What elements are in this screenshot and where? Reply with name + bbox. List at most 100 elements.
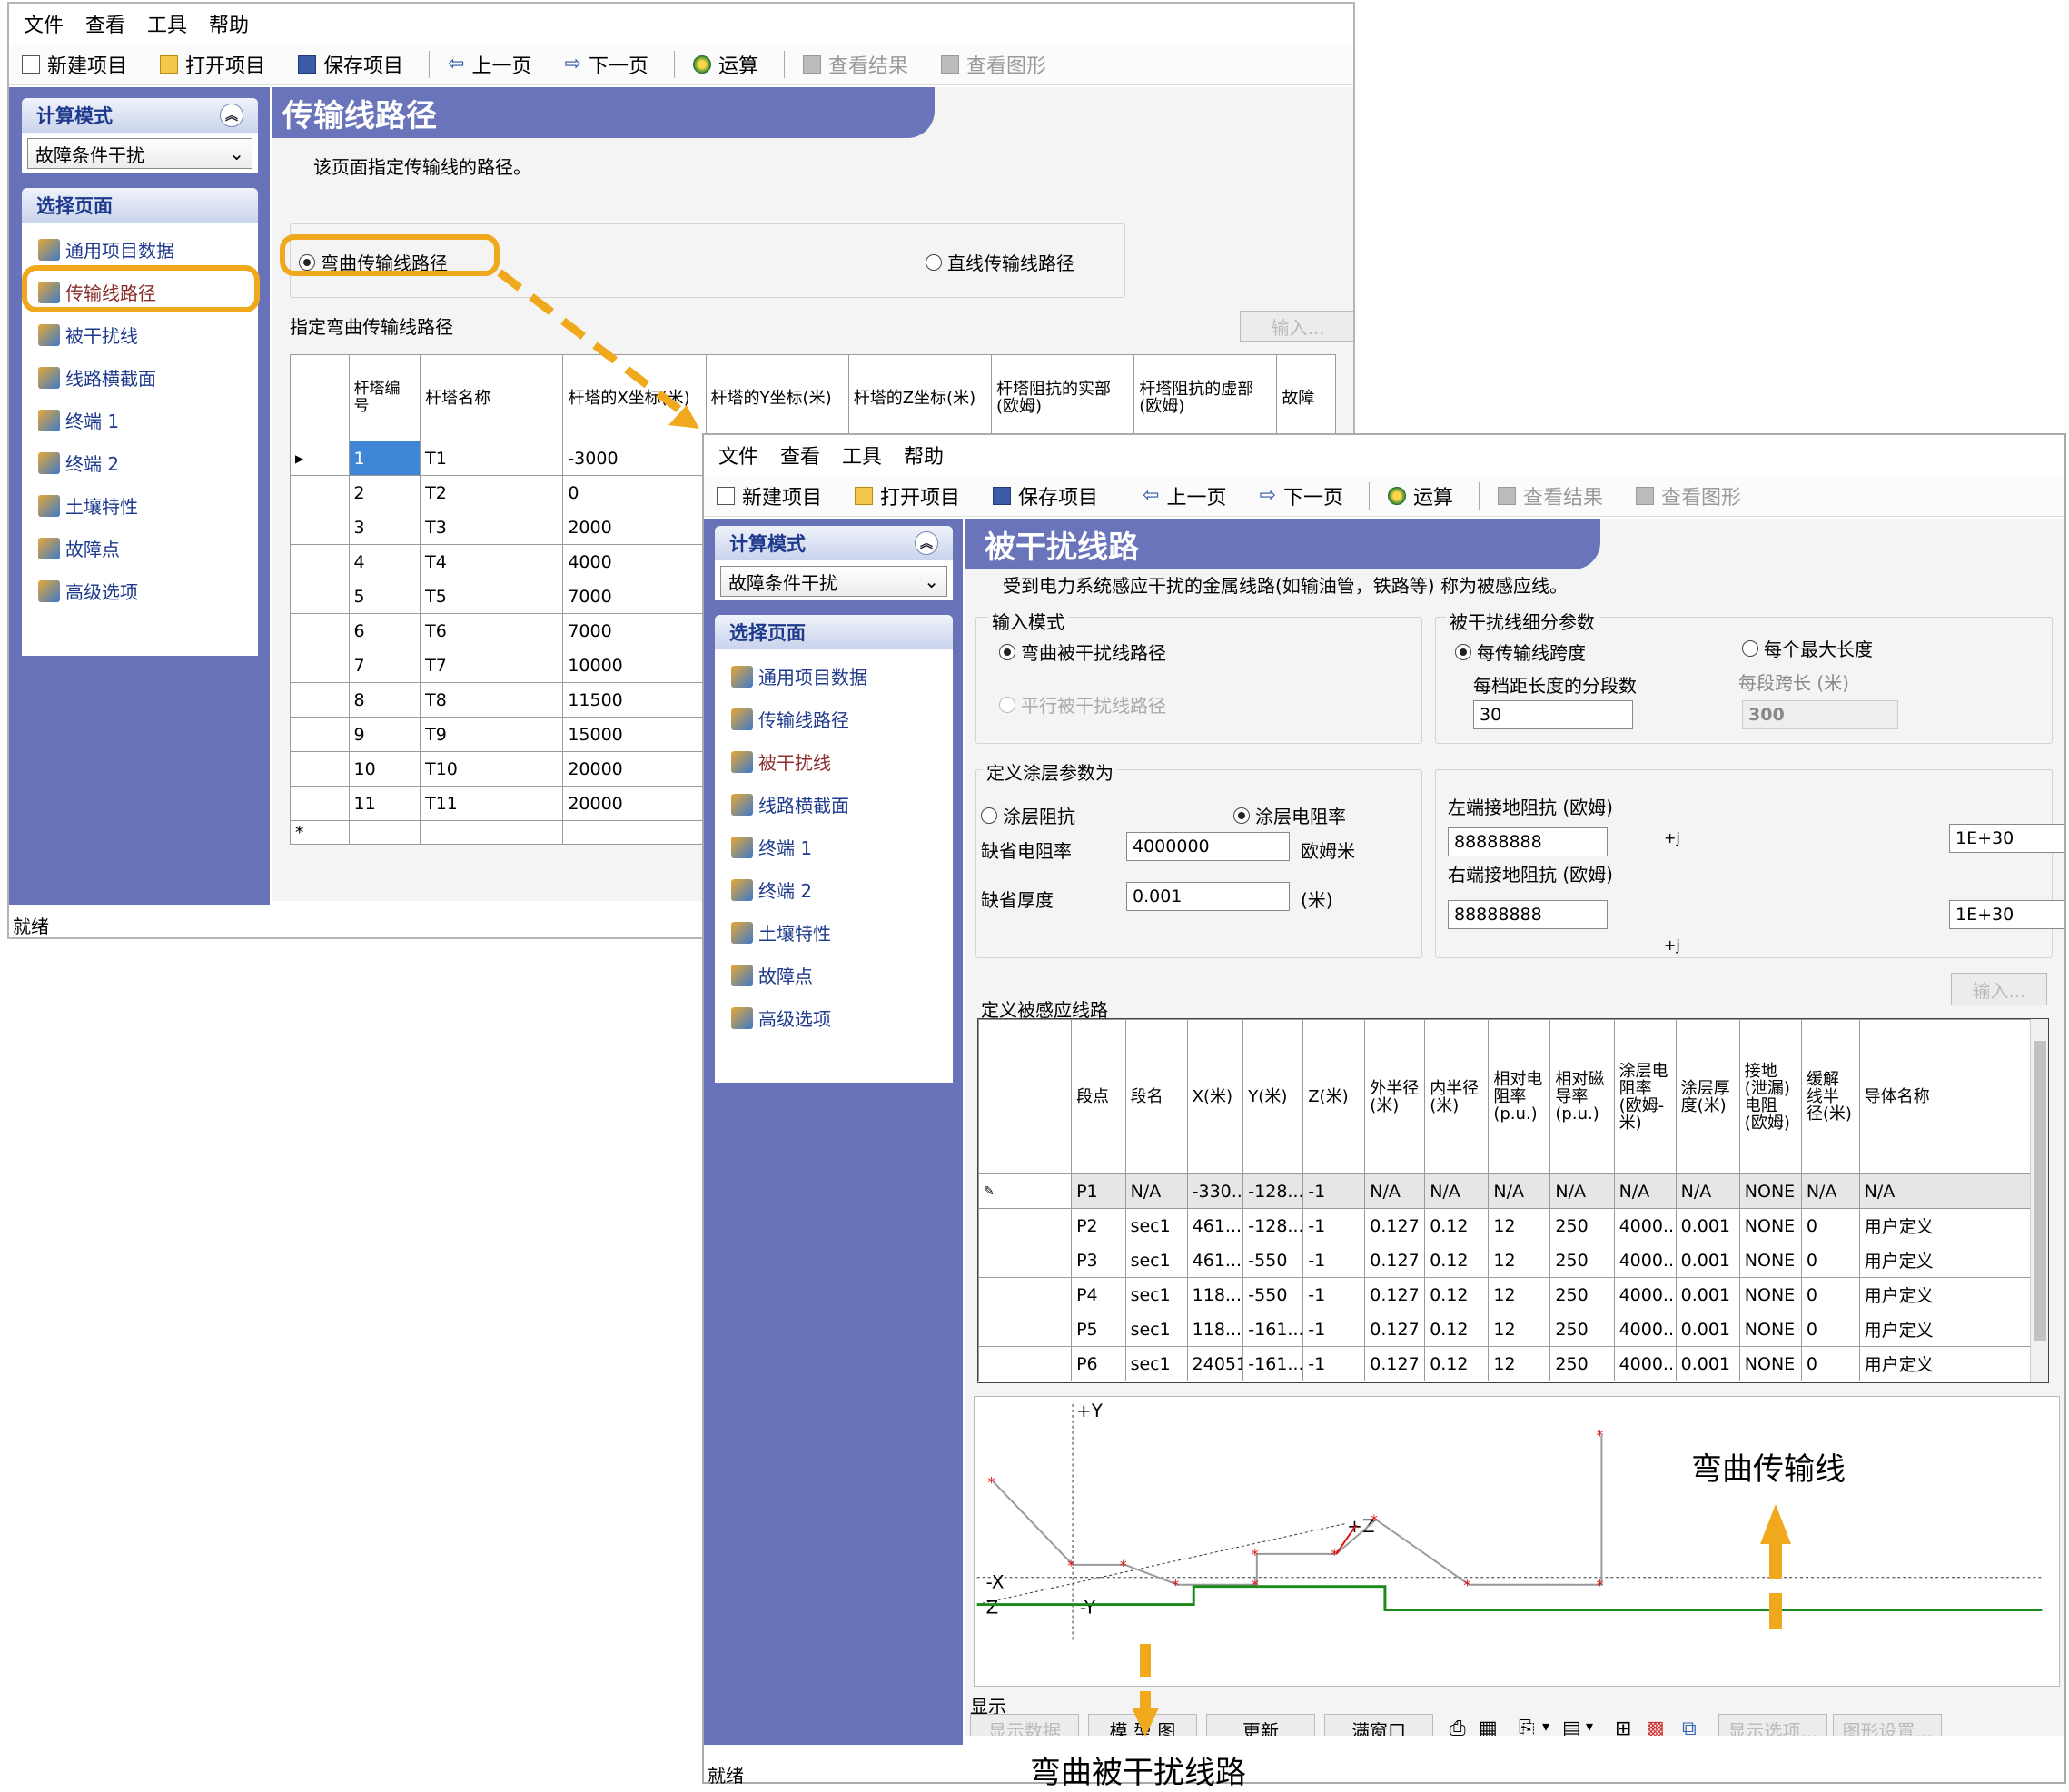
mode-select[interactable]: 故障条件干扰 ⌄: [720, 566, 947, 597]
table-cell[interactable]: 10: [348, 751, 421, 787]
table-row[interactable]: P2 sec1 461... -128... -1 0.127 0.12 12 250 4000.…: [978, 1208, 2033, 1243]
collapse-icon[interactable]: ︽: [915, 531, 938, 555]
row-header[interactable]: [978, 1312, 1073, 1347]
nav-terminal-1[interactable]: 终端 1: [715, 826, 953, 868]
table-cell[interactable]: N/A: [1549, 1173, 1615, 1209]
right-ground-imag-input[interactable]: 1E+30: [1949, 900, 2064, 929]
run-button[interactable]: 运算: [692, 50, 758, 79]
table-cell[interactable]: T6: [420, 613, 564, 648]
menu-view[interactable]: 查看: [85, 9, 125, 38]
row-header[interactable]: [290, 613, 350, 648]
row-header[interactable]: [978, 1346, 1073, 1381]
save-project-button[interactable]: 保存项目: [298, 50, 403, 79]
table-cell[interactable]: NONE: [1738, 1243, 1802, 1278]
table-cell[interactable]: N/A: [1675, 1173, 1740, 1209]
table-icon[interactable]: ▤: [1562, 1718, 1581, 1736]
table-cell[interactable]: 118...: [1186, 1277, 1244, 1312]
menu-file[interactable]: 文件: [24, 9, 64, 38]
monitor-icon[interactable]: ⧉: [1682, 1718, 1697, 1736]
menu-tools[interactable]: 工具: [842, 441, 882, 470]
table-cell[interactable]: 11: [348, 786, 421, 821]
table-cell[interactable]: 20000: [562, 786, 707, 821]
update-button[interactable]: 更新: [1206, 1714, 1315, 1736]
collapse-icon[interactable]: ︽: [220, 104, 243, 127]
row-header[interactable]: [978, 1243, 1073, 1278]
row-header[interactable]: [290, 510, 350, 545]
table-cell[interactable]: 用户定义: [1858, 1312, 2033, 1347]
radio-max-length[interactable]: 每个最大长度: [1742, 635, 1873, 661]
table-cell[interactable]: 1: [348, 441, 421, 476]
row-header[interactable]: [290, 751, 350, 787]
table-cell[interactable]: T4: [420, 544, 564, 579]
radio-parallel-line[interactable]: 平行被干扰线路径: [999, 691, 1166, 718]
table-cell[interactable]: 4000...: [1613, 1277, 1677, 1312]
table-cell[interactable]: 250: [1549, 1312, 1615, 1347]
save-project-button[interactable]: 保存项目: [993, 481, 1098, 510]
table-cell[interactable]: -1: [1302, 1312, 1366, 1347]
prev-page-button[interactable]: ⇦ 上一页: [448, 50, 531, 79]
table-cell[interactable]: sec1: [1124, 1208, 1188, 1243]
row-header[interactable]: [290, 786, 350, 821]
table-cell[interactable]: 0.001: [1675, 1346, 1740, 1381]
table-cell[interactable]: sec1: [1124, 1312, 1188, 1347]
nav-terminal-2[interactable]: 终端 2: [22, 441, 258, 484]
table-row[interactable]: P5 sec1 118... -161... -1 0.127 0.12 12 250 4000.…: [978, 1312, 2033, 1347]
default-resistivity-input[interactable]: 4000000: [1126, 832, 1290, 861]
table-cell[interactable]: -128...: [1242, 1173, 1304, 1209]
table-cell[interactable]: 0.12: [1424, 1277, 1490, 1312]
nav-interfered-line[interactable]: 被干扰线: [715, 740, 953, 783]
table-cell[interactable]: 0.001: [1675, 1208, 1740, 1243]
vertical-scrollbar[interactable]: [2030, 1019, 2048, 1382]
left-ground-real-input[interactable]: 88888888: [1448, 827, 1608, 856]
print-icon[interactable]: ⎙: [1450, 1718, 1466, 1736]
dropdown-icon[interactable]: ▾: [1542, 1718, 1549, 1735]
table-cell[interactable]: P5: [1071, 1312, 1126, 1347]
table-cell[interactable]: -3000: [562, 441, 707, 476]
menu-help[interactable]: 帮助: [904, 441, 944, 470]
table-cell[interactable]: 用户定义: [1858, 1346, 2033, 1381]
table-cell[interactable]: 0.12: [1424, 1208, 1490, 1243]
table-cell[interactable]: 11500: [562, 682, 707, 718]
table-cell[interactable]: 4000...: [1613, 1243, 1677, 1278]
row-header[interactable]: [290, 579, 350, 614]
table-cell[interactable]: 7000: [562, 579, 707, 614]
view-graph-button[interactable]: 查看图形: [1635, 481, 1741, 510]
row-header[interactable]: [290, 717, 350, 752]
radio-straight-path[interactable]: 直线传输线路径: [926, 249, 1074, 275]
table-cell[interactable]: 5: [348, 579, 421, 614]
table-cell[interactable]: 0: [1800, 1312, 1860, 1347]
table-row[interactable]: P4 sec1 118... -550 -1 0.127 0.12 12 250 4000... 0…: [978, 1277, 2033, 1312]
table-cell[interactable]: P4: [1071, 1277, 1126, 1312]
radio-coating-resistivity[interactable]: 涂层电阻率: [1233, 802, 1346, 828]
table-cell[interactable]: T2: [420, 475, 564, 510]
left-ground-imag-input[interactable]: 1E+30: [1949, 824, 2064, 853]
nav-transmission-path[interactable]: 传输线路径: [715, 698, 953, 740]
table-cell[interactable]: 250: [1549, 1277, 1615, 1312]
table-cell[interactable]: P2: [1071, 1208, 1126, 1243]
table-row[interactable]: P3 sec1 461... -550 -1 0.127 0.12 12 250 4000... 0…: [978, 1243, 2033, 1278]
table-cell[interactable]: 4000...: [1613, 1312, 1677, 1347]
table-cell[interactable]: 24051: [1186, 1346, 1244, 1381]
table-cell[interactable]: N/A: [1124, 1173, 1188, 1209]
input-button[interactable]: 输入...: [1240, 311, 1353, 342]
full-window-button[interactable]: 满窗口: [1324, 1714, 1433, 1736]
table-cell[interactable]: -1: [1302, 1346, 1366, 1381]
table-cell[interactable]: 0.127: [1364, 1208, 1426, 1243]
view-graph-button[interactable]: 查看图形: [940, 50, 1046, 79]
nav-general-data[interactable]: 通用项目数据: [22, 228, 258, 271]
table-cell[interactable]: -1: [1302, 1243, 1366, 1278]
nav-soil[interactable]: 土壤特性: [715, 911, 953, 954]
table-cell[interactable]: [562, 820, 707, 845]
menu-tools[interactable]: 工具: [147, 9, 187, 38]
table-cell[interactable]: 4000...: [1613, 1208, 1677, 1243]
model-view-button[interactable]: 模 型 图: [1088, 1714, 1197, 1736]
menu-view[interactable]: 查看: [780, 441, 820, 470]
nav-terminal-1[interactable]: 终端 1: [22, 399, 258, 441]
menu-file[interactable]: 文件: [718, 441, 758, 470]
table-cell[interactable]: 250: [1549, 1346, 1615, 1381]
table-cell[interactable]: 8: [348, 682, 421, 718]
table-cell[interactable]: 118...: [1186, 1312, 1244, 1347]
row-header[interactable]: ✎: [978, 1173, 1073, 1209]
dropdown-icon[interactable]: ▾: [1586, 1718, 1593, 1735]
table-cell[interactable]: T5: [420, 579, 564, 614]
